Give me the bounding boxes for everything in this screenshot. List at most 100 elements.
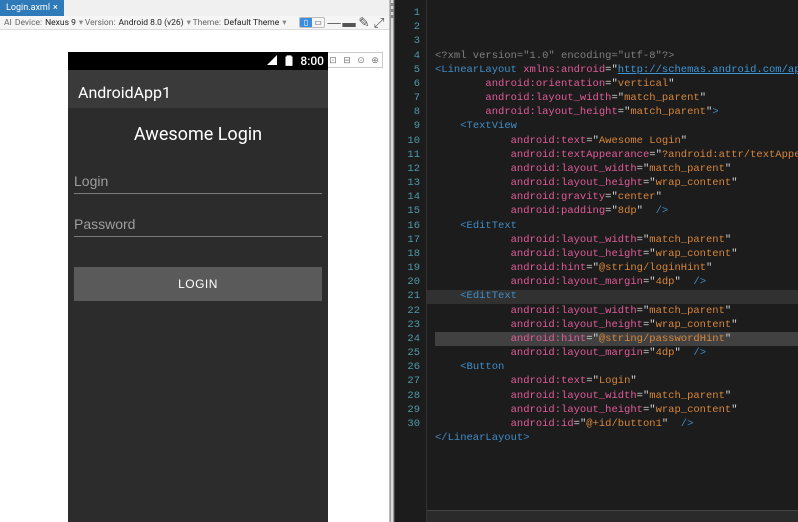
palette-btn-5[interactable]: ⊕ xyxy=(369,54,381,66)
line-number: 26 xyxy=(395,360,422,374)
line-number: 16 xyxy=(395,219,422,233)
code-line[interactable]: android:text="Awesome Login" xyxy=(435,134,798,148)
ide-workspace: Login.axml × AI Device: Nexus 9 ▾ Versio… xyxy=(0,0,798,522)
toolbar-button-2[interactable]: ▬ xyxy=(343,18,355,28)
line-number: 18 xyxy=(395,247,422,261)
code-line[interactable]: android:layout_height="wrap_content" xyxy=(435,318,798,332)
line-number: 2 xyxy=(395,20,422,34)
code-line[interactable]: android:layout_width="match_parent" xyxy=(435,233,798,247)
code-line[interactable]: android:layout_height="wrap_content" xyxy=(435,403,798,417)
expand-icon[interactable]: ⤢ xyxy=(373,18,385,28)
device-label: Device: xyxy=(15,18,42,28)
document-tab-login-axml[interactable]: Login.axml × xyxy=(0,0,64,16)
line-number: 11 xyxy=(395,148,422,162)
code-line[interactable]: android:padding="8dp" /> xyxy=(435,204,798,218)
line-number: 9 xyxy=(395,119,422,133)
code-line[interactable]: <EditText− xyxy=(435,219,798,233)
code-line[interactable]: android:textAppearance="?android:attr/te… xyxy=(435,148,798,162)
signal-icon xyxy=(266,54,278,69)
version-label: Version: xyxy=(85,18,116,28)
code-line[interactable]: android:orientation="vertical" xyxy=(435,77,798,91)
line-number: 20 xyxy=(395,275,422,289)
code-line[interactable]: android:layout_width="match_parent" xyxy=(435,389,798,403)
code-line[interactable]: android:layout_margin="4dp" /> xyxy=(435,346,798,360)
code-line[interactable]: android:layout_width="match_parent" xyxy=(435,91,798,105)
line-number: 7 xyxy=(395,91,422,105)
tab-label: Login.axml xyxy=(6,3,50,13)
line-number: 10 xyxy=(395,134,422,148)
code-area[interactable]: <?xml version="1.0" encoding="utf-8"?><L… xyxy=(427,0,798,522)
toolbar-button-1[interactable]: — xyxy=(328,18,340,28)
portrait-icon[interactable]: ▯ xyxy=(300,18,312,27)
line-number: 14 xyxy=(395,190,422,204)
line-number: 29 xyxy=(395,403,422,417)
line-number: 28 xyxy=(395,389,422,403)
line-gutter: 1234567891011121314151617181920212223242… xyxy=(395,0,427,522)
code-line[interactable]: android:gravity="center" xyxy=(435,190,798,204)
code-line[interactable]: android:layout_width="match_parent" xyxy=(435,162,798,176)
code-line[interactable]: <?xml version="1.0" encoding="utf-8"?> xyxy=(435,49,798,63)
code-line[interactable]: android:id="@+id/button1" /> xyxy=(435,417,798,431)
xml-editor-pane: 1234567891011121314151617181920212223242… xyxy=(394,0,798,522)
device-selector[interactable]: Nexus 9 xyxy=(45,18,76,28)
password-edittext[interactable] xyxy=(74,210,322,237)
line-number: 1 xyxy=(395,6,422,20)
orientation-toggle[interactable]: ▯ ▭ xyxy=(299,17,325,28)
code-line[interactable]: android:layout_width="match_parent" xyxy=(435,304,798,318)
code-line[interactable]: android:hint="@string/passwordHint" xyxy=(435,332,798,346)
editor-statusbar: 100 % ─●─ xyxy=(427,510,798,522)
version-selector[interactable]: Android 8.0 (v26) xyxy=(119,18,184,28)
device-frame: 8:00 AndroidApp1 Awesome Login LOGIN xyxy=(68,52,328,522)
code-line[interactable]: android:layout_height="match_parent"> xyxy=(435,105,798,119)
android-actionbar: AndroidApp1 xyxy=(68,70,328,108)
close-icon[interactable]: × xyxy=(53,3,58,13)
code-line[interactable]: android:layout_margin="4dp" /> xyxy=(435,275,798,289)
landscape-icon[interactable]: ▭ xyxy=(312,18,324,27)
app-title: AndroidApp1 xyxy=(78,83,171,102)
line-number: 21 xyxy=(395,289,422,303)
clock-text: 8:00 xyxy=(300,54,324,68)
login-edittext[interactable] xyxy=(74,167,322,194)
line-number: 15 xyxy=(395,204,422,218)
code-line[interactable]: </LinearLayout> xyxy=(435,431,798,445)
line-number: 6 xyxy=(395,77,422,91)
code-line[interactable]: <Button− xyxy=(435,360,798,374)
id-label: AI xyxy=(4,18,12,28)
battery-icon xyxy=(282,53,296,70)
line-number: 4 xyxy=(395,49,422,63)
palette-btn-2[interactable]: ⊡ xyxy=(327,54,339,66)
line-number: 12 xyxy=(395,162,422,176)
designer-pane: Login.axml × AI Device: Nexus 9 ▾ Versio… xyxy=(0,0,390,522)
line-number: 19 xyxy=(395,261,422,275)
line-number: 24 xyxy=(395,332,422,346)
android-statusbar: 8:00 xyxy=(68,52,328,70)
code-line[interactable]: android:layout_height="wrap_content" xyxy=(435,176,798,190)
login-button[interactable]: LOGIN xyxy=(74,267,322,301)
line-number: 17 xyxy=(395,233,422,247)
code-line[interactable]: <EditText− xyxy=(435,289,798,303)
edit-icon[interactable]: ✎ xyxy=(358,18,370,28)
design-surface[interactable]: ⊞ ⊡ ⊟ ⊙ ⊕ 8:00 AndroidApp1 xyxy=(0,30,389,522)
document-tabstrip: Login.axml × xyxy=(0,0,389,16)
line-number: 30 xyxy=(395,417,422,431)
line-number: 23 xyxy=(395,318,422,332)
android-screen: Awesome Login LOGIN xyxy=(68,108,328,311)
line-number: 3 xyxy=(395,34,422,48)
code-line[interactable]: android:hint="@string/loginHint" xyxy=(435,261,798,275)
line-number: 8 xyxy=(395,105,422,119)
line-number: 25 xyxy=(395,346,422,360)
line-number: 5 xyxy=(395,63,422,77)
palette-btn-3[interactable]: ⊟ xyxy=(341,54,353,66)
theme-label: Theme: xyxy=(193,18,221,28)
code-line[interactable]: android:text="Login" xyxy=(435,374,798,388)
code-line[interactable]: <LinearLayout xmlns:android="http://sche… xyxy=(435,63,798,77)
theme-selector[interactable]: Default Theme xyxy=(224,18,279,28)
line-number: 22 xyxy=(395,304,422,318)
line-number: 27 xyxy=(395,374,422,388)
title-textview[interactable]: Awesome Login xyxy=(74,118,322,151)
designer-toolbar: AI Device: Nexus 9 ▾ Version: Android 8.… xyxy=(0,16,389,30)
code-line[interactable]: <TextView− xyxy=(435,119,798,133)
line-number: 13 xyxy=(395,176,422,190)
palette-btn-4[interactable]: ⊙ xyxy=(355,54,367,66)
code-line[interactable]: android:layout_height="wrap_content" xyxy=(435,247,798,261)
